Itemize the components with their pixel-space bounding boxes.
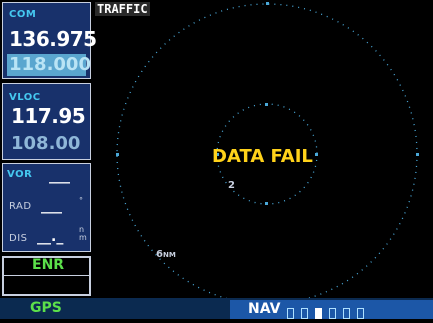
nav-page-group[interactable]: NAV bbox=[230, 300, 433, 319]
traffic-status: DATA FAIL bbox=[212, 146, 313, 167]
inner-ring-label: 2 bbox=[228, 180, 235, 191]
outer-ring-unit: NM bbox=[162, 251, 176, 259]
inner-tick-s bbox=[265, 202, 268, 205]
gps-mode-label: GPS bbox=[30, 300, 62, 316]
outer-tick-w bbox=[116, 153, 119, 156]
page-dot-current bbox=[315, 308, 323, 319]
page-dot-1 bbox=[287, 308, 294, 319]
outer-tick-e bbox=[416, 153, 419, 156]
page-dot-4 bbox=[329, 308, 337, 319]
outer-ring-value: 6 bbox=[156, 249, 163, 260]
inner-tick-e bbox=[315, 153, 318, 156]
page-dot-5 bbox=[343, 308, 351, 319]
outer-ring-label: 6NM bbox=[156, 249, 176, 260]
inner-tick-n bbox=[265, 103, 268, 106]
nav-page-label: NAV bbox=[248, 301, 281, 317]
outer-tick-n bbox=[266, 2, 269, 5]
page-dot-6 bbox=[357, 308, 365, 319]
page-indicator-icon bbox=[287, 304, 365, 319]
page-dot-2 bbox=[301, 308, 309, 319]
